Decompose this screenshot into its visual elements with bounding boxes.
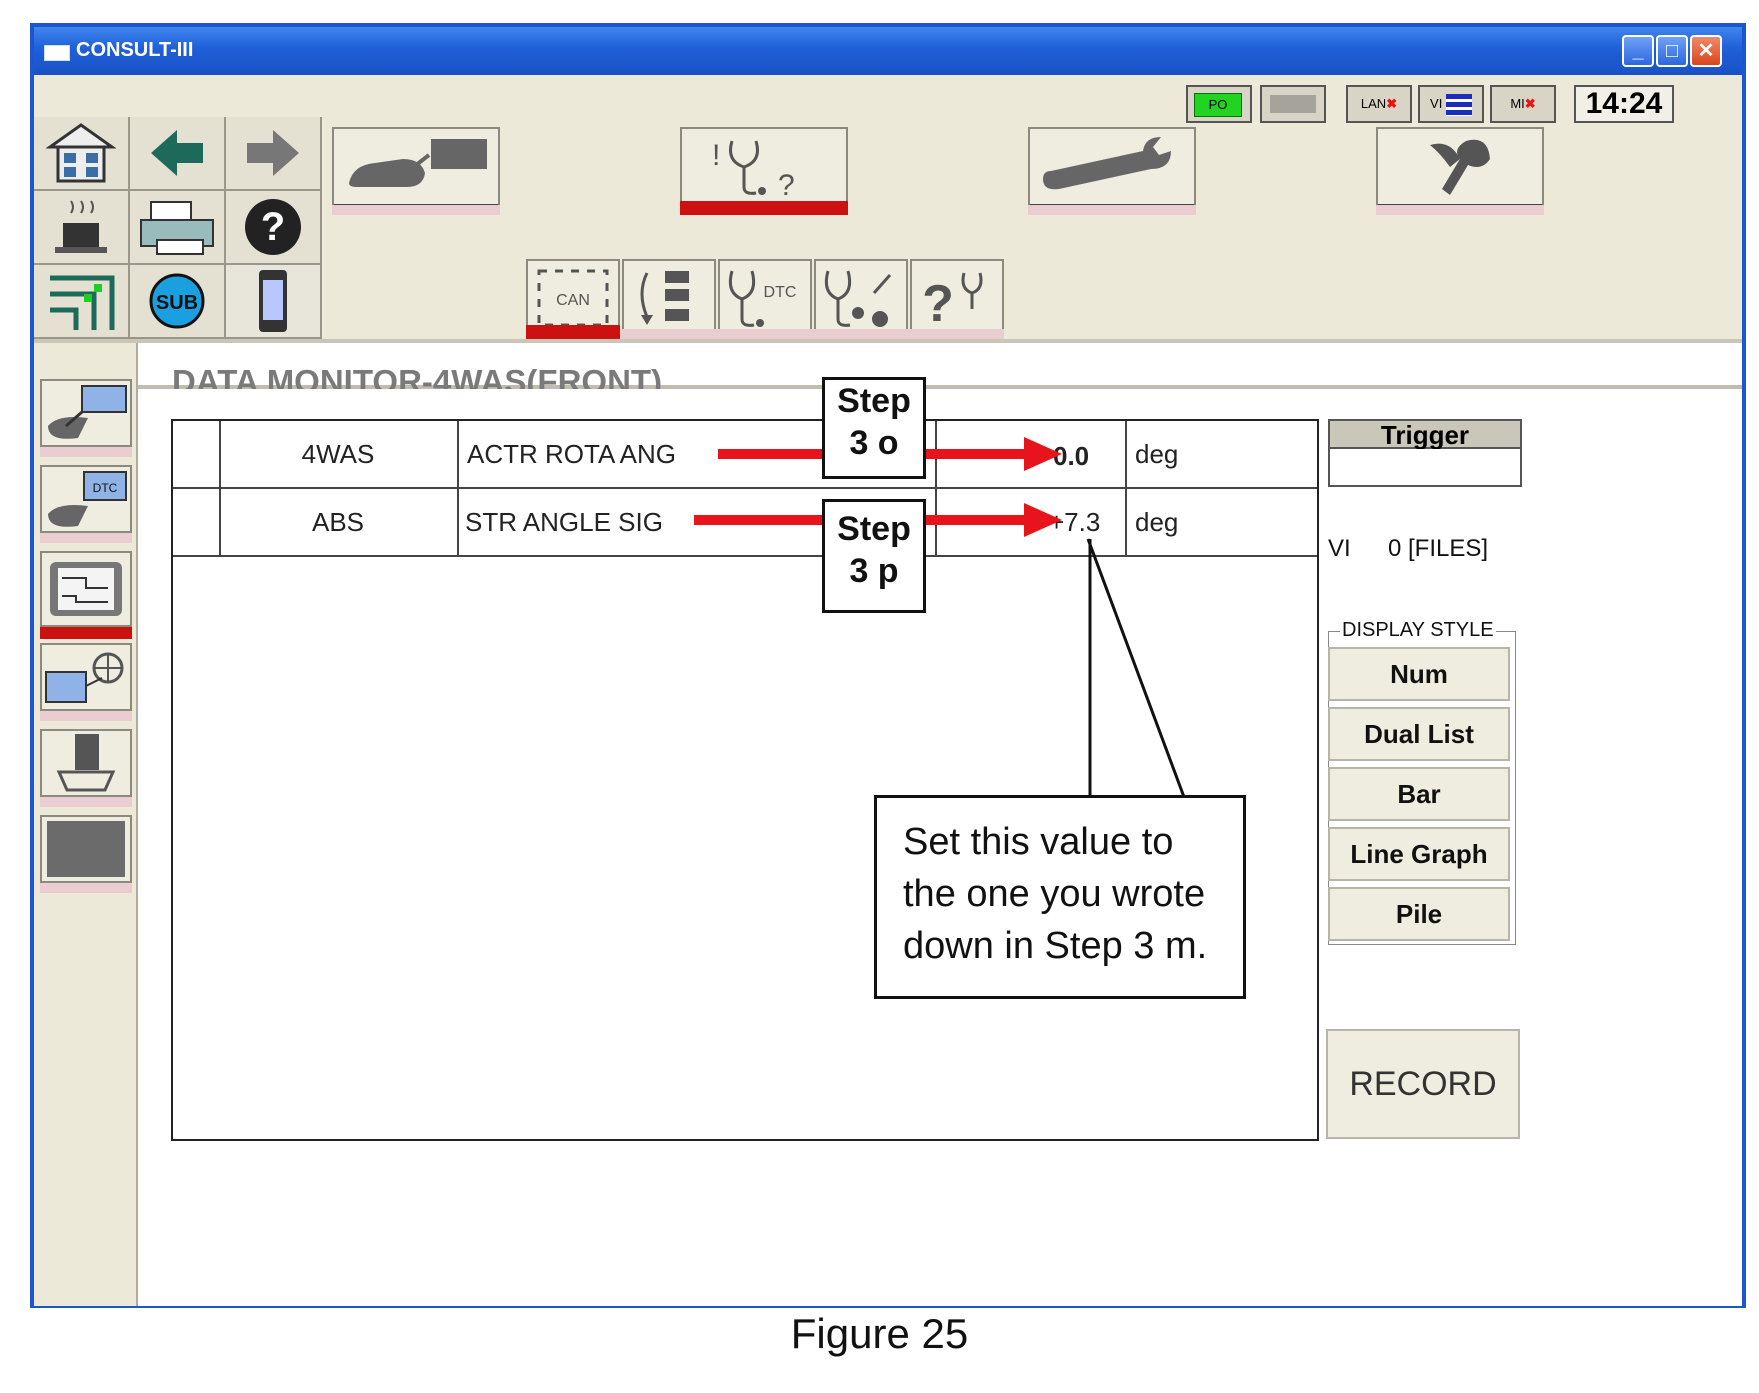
consult-window: CONSULT-III _ □ ✕ PO LAN✖ VI MI✖ 14:24 ? bbox=[30, 23, 1746, 1308]
instruction-line2: the one you wrote bbox=[903, 873, 1206, 915]
instruction-line1: Set this value to bbox=[903, 821, 1174, 863]
arrow-shaft bbox=[922, 449, 1026, 459]
arrow-shaft bbox=[694, 515, 822, 525]
arrow-shaft bbox=[718, 449, 822, 459]
step-3o-line1: Step bbox=[837, 382, 911, 420]
step-3p-line2: 3 p bbox=[849, 552, 899, 590]
annotation-overlay bbox=[694, 437, 1186, 798]
instruction-line3: down in Step 3 m. bbox=[903, 925, 1208, 967]
red-arrow-icon bbox=[1024, 503, 1062, 537]
figure-caption: Figure 25 bbox=[790, 1310, 969, 1357]
red-arrow-icon bbox=[1024, 437, 1062, 471]
step-3o-callout: Step 3 o bbox=[822, 377, 926, 479]
arrow-shaft bbox=[922, 515, 1026, 525]
instruction-callout: Set this value to the one you wrote down… bbox=[874, 795, 1246, 999]
step-3p-line1: Step bbox=[837, 510, 911, 548]
step-3o-line2: 3 o bbox=[849, 424, 899, 462]
callout-pointer bbox=[1086, 538, 1186, 798]
step-3p-callout: Step 3 p bbox=[822, 499, 926, 613]
